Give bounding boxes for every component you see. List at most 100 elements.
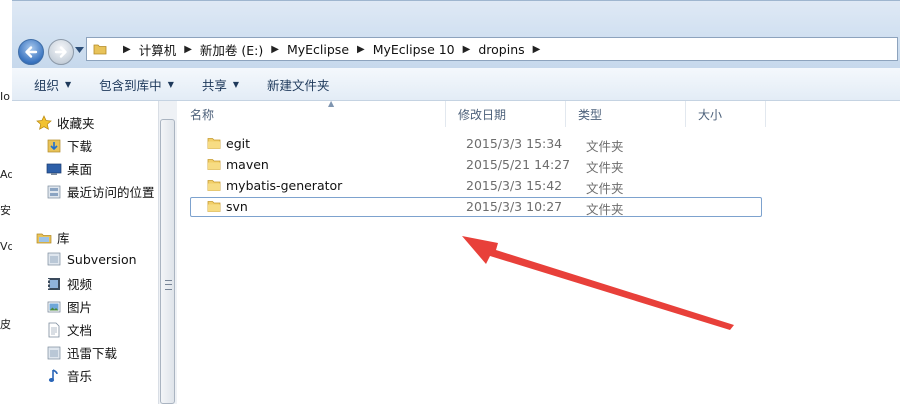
picture-icon [46, 299, 62, 315]
library-icon [36, 230, 52, 246]
background-text: 安 [0, 204, 11, 217]
video-icon [46, 276, 62, 292]
scrollbar-thumb[interactable] [160, 119, 175, 404]
forward-button[interactable] [48, 39, 74, 65]
column-header-label: 修改日期 [458, 107, 507, 122]
column-header-size[interactable]: 大小 [686, 101, 766, 127]
share-menu[interactable]: 共享 ▼ [188, 68, 253, 100]
folder-icon [207, 180, 221, 191]
grip-icon [165, 280, 172, 290]
breadcrumb-myeclipse-10[interactable]: MyEclipse 10 [373, 42, 455, 57]
back-button[interactable] [18, 39, 44, 65]
nav-item-label: 图片 [67, 300, 93, 315]
nav-item-downloads[interactable]: 下载 [46, 136, 92, 155]
nav-item-subversion[interactable]: Subversion [46, 251, 137, 267]
background-text: Io [0, 90, 10, 103]
breadcrumb-drive[interactable]: 新加卷 (E:) [200, 40, 263, 59]
nav-item-desktop[interactable]: 桌面 [46, 159, 92, 178]
navigation-scrollbar[interactable] [158, 101, 177, 404]
file-name: maven [226, 157, 269, 172]
nav-item-label: 最近访问的位置 [67, 185, 155, 200]
annotation-arrow-icon [462, 236, 734, 330]
history-dropdown-icon[interactable] [75, 47, 84, 54]
desktop-icon [46, 161, 62, 177]
back-arrow-icon [25, 46, 38, 58]
nav-item-label: 视频 [67, 277, 93, 292]
file-type: 文件夹 [586, 202, 624, 217]
nav-item-pictures[interactable]: 图片 [46, 297, 92, 316]
new-folder-button[interactable]: 新建文件夹 [253, 68, 344, 100]
organize-menu[interactable]: 组织 ▼ [12, 68, 85, 100]
background-text: 皮 [0, 318, 11, 331]
file-type: 文件夹 [586, 181, 624, 196]
folder-icon [207, 159, 221, 170]
nav-item-recent-places[interactable]: 最近访问的位置 [46, 182, 155, 201]
include-in-library-menu[interactable]: 包含到库中 ▼ [85, 68, 188, 100]
document-icon [46, 322, 62, 338]
nav-item-xunlei-downloads[interactable]: 迅雷下载 [46, 343, 117, 362]
chevron-right-icon[interactable]: ▶ [533, 44, 541, 55]
file-name: egit [226, 136, 250, 151]
column-header-label: 名称 [190, 107, 215, 122]
sort-ascending-icon: ▲ [328, 99, 335, 108]
breadcrumb-myeclipse[interactable]: MyEclipse [287, 42, 349, 57]
organize-label: 组织 [34, 77, 60, 93]
nav-item-label: 音乐 [67, 369, 93, 384]
file-row[interactable]: maven 2015/5/21 14:27 文件夹 [190, 155, 762, 175]
new-folder-label: 新建文件夹 [267, 77, 330, 93]
column-header-label: 大小 [698, 107, 723, 122]
explorer-window: ▶ 计算机 ▶ 新加卷 (E:) ▶ MyEclipse ▶ MyEclipse… [12, 0, 900, 404]
forward-arrow-icon [54, 46, 67, 58]
libraries-label: 库 [57, 231, 70, 246]
breadcrumb-dropins[interactable]: dropins [478, 42, 524, 57]
nav-item-documents[interactable]: 文档 [46, 320, 92, 339]
command-bar: 组织 ▼ 包含到库中 ▼ 共享 ▼ 新建文件夹 [12, 68, 900, 101]
breadcrumb: ▶ 计算机 ▶ 新加卷 (E:) ▶ MyEclipse ▶ MyEclipse… [115, 40, 548, 59]
library-folder-icon [46, 345, 62, 361]
file-name: mybatis-generator [226, 178, 343, 193]
folder-icon [207, 138, 221, 149]
folder-icon [93, 44, 107, 55]
column-header-label: 类型 [578, 107, 603, 122]
address-bar[interactable]: ▶ 计算机 ▶ 新加卷 (E:) ▶ MyEclipse ▶ MyEclipse… [86, 37, 898, 61]
caret-down-icon: ▼ [65, 79, 72, 89]
breadcrumb-computer[interactable]: 计算机 [139, 40, 177, 59]
nav-item-music[interactable]: 音乐 [46, 366, 92, 385]
file-modified: 2015/3/3 15:34 [466, 136, 563, 151]
nav-item-label: 下载 [67, 139, 93, 154]
caret-down-icon: ▼ [167, 79, 174, 89]
nav-favorites[interactable]: 收藏夹 [36, 113, 95, 132]
chevron-right-icon[interactable]: ▶ [463, 44, 471, 55]
favorites-label: 收藏夹 [57, 116, 95, 131]
download-folder-icon [46, 138, 62, 154]
file-row-selected[interactable]: svn 2015/3/3 10:27 文件夹 [190, 197, 762, 217]
nav-item-label: 迅雷下载 [67, 346, 118, 361]
chevron-right-icon[interactable]: ▶ [184, 44, 192, 55]
column-header-name[interactable]: ▲ 名称 [178, 99, 446, 127]
chevron-right-icon[interactable]: ▶ [123, 44, 131, 55]
nav-item-videos[interactable]: 视频 [46, 274, 92, 293]
recent-places-icon [46, 184, 62, 200]
column-header-modified[interactable]: 修改日期 [446, 101, 566, 127]
file-row[interactable]: mybatis-generator 2015/3/3 15:42 文件夹 [190, 176, 762, 196]
file-row[interactable]: egit 2015/3/3 15:34 文件夹 [190, 134, 762, 154]
chevron-right-icon[interactable]: ▶ [271, 44, 279, 55]
file-type: 文件夹 [586, 139, 624, 154]
column-header-type[interactable]: 类型 [566, 101, 686, 127]
navigation-pane: 收藏夹 下载 桌面 最近访问的位置 库 Subversion 视频 图片 文档 … [12, 101, 159, 404]
file-modified: 2015/3/3 15:42 [466, 178, 563, 193]
caret-down-icon: ▼ [232, 79, 240, 89]
share-label: 共享 [201, 77, 227, 93]
include-in-library-label: 包含到库中 [99, 77, 162, 93]
nav-item-label: 桌面 [67, 162, 93, 177]
library-folder-icon [46, 251, 62, 267]
nav-item-label: Subversion [67, 251, 137, 267]
title-bar: ▶ 计算机 ▶ 新加卷 (E:) ▶ MyEclipse ▶ MyEclipse… [12, 0, 900, 69]
nav-item-label: 文档 [67, 323, 93, 338]
file-name: svn [226, 199, 248, 214]
nav-libraries[interactable]: 库 [36, 228, 70, 247]
chevron-right-icon[interactable]: ▶ [357, 44, 365, 55]
file-modified: 2015/3/3 10:27 [466, 199, 563, 214]
music-icon [46, 368, 62, 384]
file-type: 文件夹 [586, 160, 624, 175]
